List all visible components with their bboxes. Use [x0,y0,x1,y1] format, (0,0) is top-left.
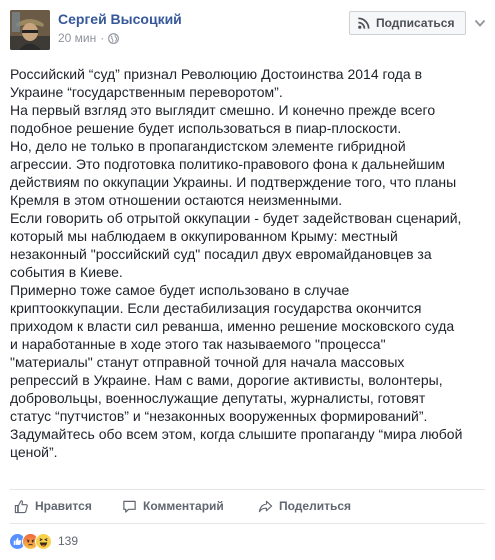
post-text-line: Российский “суд” признал Революцию Досто… [10,66,423,82]
post-text-line: агрессии. Это подготовка политико-правов… [10,156,445,172]
post-text-line: Если говорить об отрытой оккупации - буд… [10,210,462,226]
rss-icon [358,17,370,29]
post-text-line: незаконный "российский суд" посадил двух… [10,246,432,262]
post-text-line: статус “путчистов” и “незаконных вооруже… [10,408,428,424]
post-text-line: "материалы" станут отправной точной для … [10,354,405,370]
post-actions: Нравится Комментарий Поделиться [10,496,485,516]
comment-icon [123,500,136,513]
post-timestamp[interactable]: 20 мин [58,31,96,45]
comment-button[interactable]: Комментарий [122,499,224,514]
post-header: Сергей Высоцкий 20 мин · Подписаться [0,0,495,58]
avatar[interactable] [10,10,50,50]
author-photo-icon [10,10,50,50]
like-button[interactable]: Нравится [14,499,92,514]
share-label: Поделиться [279,499,352,513]
post-meta: 20 мин · [58,31,120,45]
post-text-line: события в Киеве. [10,264,123,280]
post-text-line: добровольцы, военнослужащие депутаты, жу… [10,390,426,406]
post-text-line: Кремля в этом отношении остаются неизмен… [10,192,343,208]
post-text-line: подобное решение будет использоваться в … [10,120,402,136]
post-text-line: действиям по оккупации Украины. И подтве… [10,174,457,190]
haha-reaction-icon [35,532,52,550]
share-button[interactable]: Поделиться [258,499,351,514]
actions-divider-bottom [10,523,485,524]
post-text-line: и наработанные в ходе этого так называем… [10,336,386,352]
thumbs-up-icon [14,499,28,513]
post-text-line: репрессий в Украине. Нам с вами, дорогие… [10,372,443,388]
post-text-line: Украине “государственным переворотом”. [10,84,283,100]
reactions-summary[interactable]: 139 [9,532,78,550]
post-text-line: криптооккупации. Если дестабилизация гос… [10,300,422,316]
meta-separator: · [100,31,105,45]
post-text-line: приходом к власти сил реванша, именно ре… [10,318,455,334]
post-text-line: который мы наблюдаем в оккупированном Кр… [10,228,398,244]
reaction-count[interactable]: 139 [58,534,78,548]
like-label: Нравится [35,499,92,513]
post-text-line: ценой”. [10,444,58,460]
chevron-down-icon[interactable] [473,16,487,30]
share-arrow-icon [258,500,273,512]
globe-icon[interactable] [108,32,120,44]
actions-divider-top [10,489,485,490]
subscribe-button[interactable]: Подписаться [349,11,466,35]
post-text-line: Задумайтесь обо всем этом, когда слышите… [10,426,463,442]
comment-label: Комментарий [143,499,224,513]
post-text-line: Примерно тоже самое будет использовано в… [10,282,350,298]
post-text-line: На первый взгляд это выглядит смешно. И … [10,102,436,118]
post-body: Российский “суд” признал Революцию Досто… [10,65,488,461]
post-text-line: Но, дело не только в пропагандистском эл… [10,138,406,154]
author-name-link[interactable]: Сергей Высоцкий [58,11,182,27]
subscribe-label: Подписаться [376,16,455,30]
